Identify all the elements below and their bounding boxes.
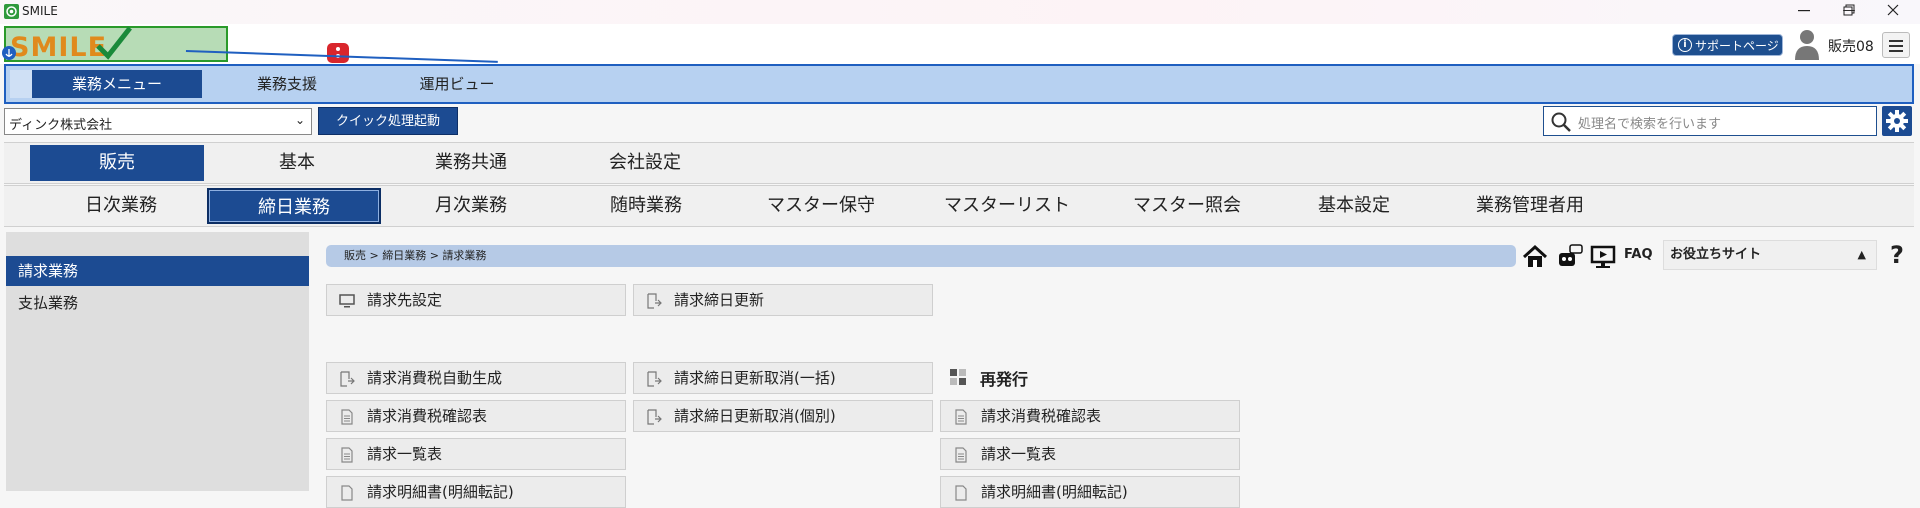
tile-reissue-tax-check-report[interactable]: 請求消費税確認表 — [940, 400, 1240, 432]
restore-icon[interactable] — [1843, 4, 1855, 16]
process-icon — [647, 371, 662, 387]
monitor-icon[interactable] — [1589, 244, 1617, 270]
chatbot-icon[interactable] — [1555, 244, 1583, 270]
company-select[interactable]: ディンク株式会社 ⌄ — [4, 108, 312, 135]
triangle-up-icon: ▲ — [1857, 248, 1866, 261]
tile-label: 請求一覧表 — [981, 445, 1057, 463]
support-page-label: サポートページ — [1695, 39, 1779, 53]
subcategory-tab-daily[interactable]: 日次業務 — [34, 188, 208, 224]
tile-label: 請求締日更新取消(個別) — [674, 407, 836, 425]
breadcrumb: 販売 > 締日業務 > 請求業務 — [326, 245, 1516, 267]
document-icon — [955, 485, 967, 501]
title-bar: SMILE — — [0, 0, 1920, 24]
tile-label: 請求明細書(明細転記) — [367, 483, 514, 501]
tile-label: 請求締日更新取消(一括) — [674, 369, 836, 387]
main-menu-bar: 業務メニュー 業務支援 運用ビュー — [4, 64, 1914, 104]
checkmark-icon — [96, 26, 132, 60]
search-input[interactable]: 処理名で検索を行います — [1543, 106, 1877, 136]
anchor-icon — [2, 46, 16, 60]
tile-billing-statement[interactable]: 請求明細書(明細転記) — [326, 476, 626, 508]
help-button[interactable]: ? — [1882, 240, 1912, 270]
tile-label: 請求消費税確認表 — [367, 407, 488, 425]
tile-reissue-billing-list[interactable]: 請求一覧表 — [940, 438, 1240, 470]
document-icon — [341, 485, 353, 501]
useful-sites-label: お役立ちサイト — [1670, 247, 1762, 262]
useful-sites-dropdown[interactable]: お役立ちサイト ▲ — [1663, 240, 1877, 270]
tile-billing-list[interactable]: 請求一覧表 — [326, 438, 626, 470]
sidebar: 請求業務 支払業務 — [6, 232, 309, 491]
tile-reissue-billing-statement[interactable]: 請求明細書(明細転記) — [940, 476, 1240, 508]
tile-label: 請求消費税確認表 — [981, 407, 1102, 425]
menu-tab-operation-view[interactable]: 運用ビュー — [372, 70, 542, 98]
window-title: SMILE — [22, 4, 58, 18]
quick-launch-button[interactable]: クイック処理起動 — [318, 107, 458, 135]
gear-icon — [1886, 110, 1908, 132]
sidebar-item-billing[interactable]: 請求業務 — [6, 256, 309, 286]
app-header: SMILE i サポートページ 販売08 — [0, 24, 1920, 64]
settings-button[interactable] — [1882, 106, 1912, 136]
group-title-reissue: 再発行 — [950, 366, 1029, 390]
logo-text: SMILE — [10, 32, 108, 63]
user-name: 販売08 — [1828, 39, 1874, 55]
company-select-value: ディンク株式会社 — [9, 118, 113, 133]
category-tabs: 販売 基本 業務共通 会社設定 — [4, 142, 1914, 184]
category-tab-basic[interactable]: 基本 — [210, 145, 384, 181]
subcategory-tab-master-inquiry[interactable]: マスター照会 — [1095, 188, 1279, 224]
chevron-down-icon: ⌄ — [294, 113, 305, 127]
process-icon — [647, 293, 662, 309]
tile-label: 請求締日更新 — [674, 291, 765, 309]
subcategory-tab-adhoc[interactable]: 随時業務 — [559, 188, 733, 224]
minimize-icon[interactable] — [1798, 10, 1810, 12]
document-icon — [955, 447, 967, 463]
support-page-button[interactable]: i サポートページ — [1672, 34, 1783, 56]
home-icon[interactable] — [1521, 244, 1549, 270]
tile-billing-closing-cancel-individual[interactable]: 請求締日更新取消(個別) — [633, 400, 933, 432]
category-tab-sales[interactable]: 販売 — [30, 145, 204, 181]
info-icon: i — [1678, 38, 1692, 52]
subcategory-tab-master-maintenance[interactable]: マスター保守 — [734, 188, 908, 224]
tile-label: 請求一覧表 — [367, 445, 443, 463]
hamburger-menu-button[interactable] — [1882, 32, 1910, 58]
notification-badge — [327, 43, 349, 63]
group-title-text: 再発行 — [980, 370, 1029, 389]
process-icon — [647, 409, 662, 425]
tile-billing-closing-cancel-bulk[interactable]: 請求締日更新取消(一括) — [633, 362, 933, 394]
subcategory-tab-admin[interactable]: 業務管理者用 — [1435, 188, 1625, 224]
tile-billing-closing-update[interactable]: 請求締日更新 — [633, 284, 933, 316]
grid-icon — [950, 369, 966, 385]
subcategory-tab-closing[interactable]: 締日業務 — [207, 188, 381, 224]
faq-link[interactable]: FAQ — [1624, 247, 1653, 262]
tile-label: 請求消費税自動生成 — [367, 369, 503, 387]
tile-billing-tax-auto-generate[interactable]: 請求消費税自動生成 — [326, 362, 626, 394]
menu-tab-business-support[interactable]: 業務支援 — [202, 70, 372, 98]
document-icon — [955, 409, 967, 425]
subcategory-tab-basic-settings[interactable]: 基本設定 — [1267, 188, 1441, 224]
menu-tab-business-menu[interactable]: 業務メニュー — [32, 70, 202, 98]
close-icon[interactable] — [1887, 4, 1899, 16]
subcategory-tab-monthly[interactable]: 月次業務 — [384, 188, 558, 224]
tile-billing-destination-settings[interactable]: 請求先設定 — [326, 284, 626, 316]
search-icon — [1551, 112, 1571, 132]
monitor-icon — [339, 294, 355, 308]
menubar-handle — [10, 70, 32, 98]
category-tab-company-settings[interactable]: 会社設定 — [558, 145, 732, 181]
app-icon — [4, 4, 19, 19]
tile-billing-tax-check-report[interactable]: 請求消費税確認表 — [326, 400, 626, 432]
search-placeholder: 処理名で検索を行います — [1578, 117, 1722, 132]
sidebar-item-payment[interactable]: 支払業務 — [6, 288, 309, 318]
tile-label: 請求明細書(明細転記) — [981, 483, 1128, 501]
user-avatar-icon[interactable] — [1794, 28, 1820, 60]
logo[interactable]: SMILE — [4, 26, 228, 63]
subcategory-tab-master-list[interactable]: マスターリスト — [915, 188, 1099, 224]
document-icon — [341, 447, 353, 463]
subcategory-tabs: 日次業務 締日業務 月次業務 随時業務 マスター保守 マスターリスト マスター照… — [4, 185, 1914, 227]
tile-label: 請求先設定 — [367, 291, 443, 309]
document-icon — [341, 409, 353, 425]
process-icon — [340, 371, 355, 387]
category-tab-common[interactable]: 業務共通 — [384, 145, 558, 181]
